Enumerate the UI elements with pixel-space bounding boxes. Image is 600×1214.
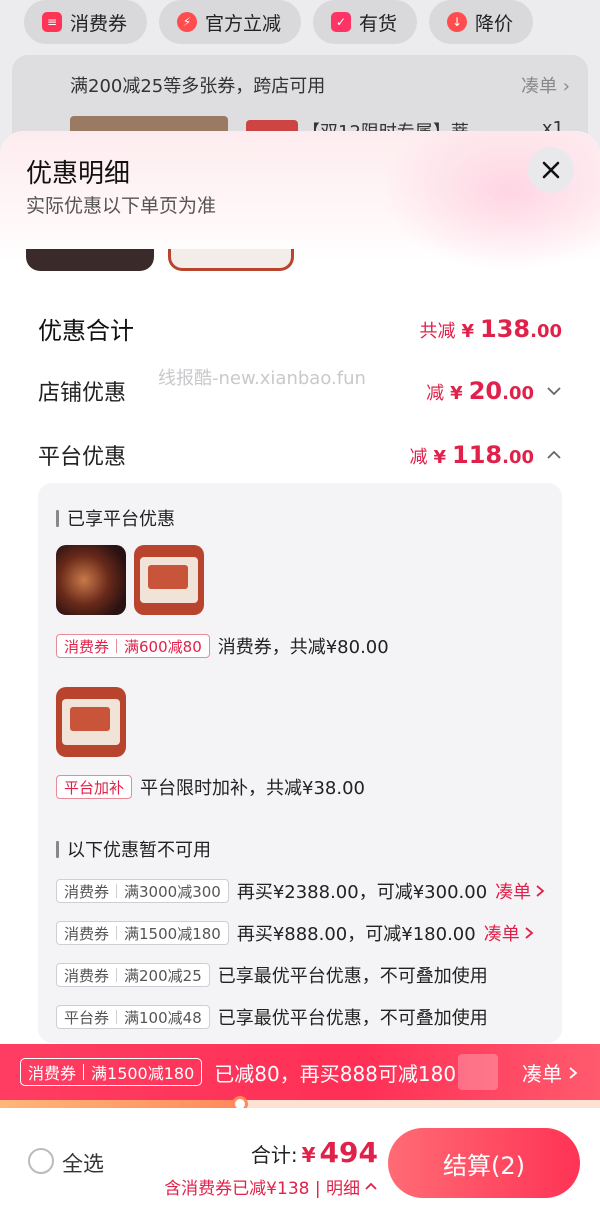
promo-text: 已减80，再买888可减180 [214,1061,457,1086]
chip-coupon[interactable]: ≡ 消费券 [24,0,148,44]
promo-bar[interactable]: 消费券 满1500减180 已减80，再买888可减180 凑单 [0,1044,600,1100]
subsidy-line: 平台加补 平台限时加补，共减¥38.00 [56,774,365,800]
coupon-tag: 消费券 满1500减180 [56,921,229,945]
platform-discount-row[interactable]: 平台优惠 减 ¥118.00 [38,439,562,471]
discount-detail-sheet: 优惠明细 实际优惠以下单页为准 优惠合计 共减 ¥138.00 线报酷-new.… [0,131,600,1214]
unavailable-section-title: 以下优惠暂不可用 [67,840,211,861]
coupon-text: 消费券，共减¥80.00 [217,637,389,658]
subsidy-tag: 平台加补 [56,775,133,799]
coupon-tag: 消费券 满3000减300 [56,879,229,903]
coupon-line: 消费券 满600减80 消费券，共减¥80.00 [56,633,389,659]
total-line: 合计: ¥ 494 [251,1136,378,1169]
peek-product-thumb [168,249,294,271]
promo-tag: 消费券 满1500减180 [20,1058,203,1086]
background-promo-more[interactable]: 凑单 › [521,72,570,98]
lightning-icon: ⚡ [177,12,198,32]
background-promo-text: 满200减25等多张券，跨店可用 [70,76,326,97]
section-bar [56,840,59,858]
promo-add-items-link[interactable]: 凑单 [522,1058,580,1087]
chip-label: 官方立减 [205,12,282,35]
total-value: 494 [319,1136,378,1169]
unavailable-coupon-item: 平台券 满100减48 已享最优平台优惠，不可叠加使用 [56,1004,488,1030]
sheet-title: 优惠明细 [26,159,131,189]
unavailable-text: 已享最优平台优惠，不可叠加使用 [217,1008,488,1029]
close-icon [542,161,560,179]
store-discount-value: 减 ¥20.00 [426,377,562,405]
store-discount-row[interactable]: 店铺优惠 减 ¥20.00 [38,375,562,407]
discount-detail-text: 含消费券已减¥138 | 明细 [164,1179,360,1199]
summary-label: 优惠合计 [38,317,134,345]
sheet-glow [380,131,600,271]
summary-row: 优惠合计 共减 ¥138.00 [38,311,562,346]
total-currency: ¥ [301,1143,316,1167]
unavailable-text: 已享最优平台优惠，不可叠加使用 [217,966,488,987]
total-label: 合计: [250,1143,298,1167]
store-discount-label: 店铺优惠 [38,381,127,406]
product-thumbnail [56,687,126,757]
close-button[interactable] [528,147,574,193]
summary-value: 共减 ¥138.00 [419,314,562,343]
promo-progress-track [0,1100,600,1108]
select-all-label[interactable]: 全选 [62,1148,104,1178]
platform-detail-panel: 已享平台优惠 消费券 满600减80 消费券，共减¥80.00 平台加补 平台限时… [38,483,562,1043]
coupon-tag: 平台券 满100减48 [56,1005,210,1029]
promo-progress-fill [0,1100,240,1108]
section-bar [56,509,59,527]
chip-label: 降价 [475,12,514,35]
unavailable-coupon-item: 消费券 满3000减300 再买¥2388.00，可减¥300.00 凑单 [56,878,547,904]
unavailable-text: 再买¥2388.00，可减¥300.00 [236,882,488,903]
platform-discount-value: 减 ¥118.00 [409,441,562,469]
chevron-right-icon [536,885,545,897]
chip-in-stock[interactable]: ✓ 有货 [313,0,418,44]
sheet-subtitle: 实际优惠以下单页为准 [26,195,217,217]
add-items-link[interactable]: 凑单 [495,878,547,904]
gift-icon [458,1054,498,1090]
enjoyed-section-header: 已享平台优惠 [56,505,175,531]
chevron-up-icon [365,1182,377,1190]
product-thumbnail [134,545,204,615]
select-all-checkbox[interactable] [28,1148,54,1174]
unavailable-coupon-item: 消费券 满200减25 已享最优平台优惠，不可叠加使用 [56,962,488,988]
down-arrow-icon: ↓ [447,12,468,32]
unavailable-section-header: 以下优惠暂不可用 [56,836,211,862]
filter-chips: ≡ 消费券 ⚡ 官方立减 ✓ 有货 ↓ 降价 [24,0,534,44]
bag-icon: ✓ [331,12,352,32]
checkout-footer: 全选 合计: ¥ 494 含消费券已减¥138 | 明细 结算(2) [0,1108,600,1214]
subsidy-text: 平台限时加补，共减¥38.00 [140,778,365,799]
discount-detail-toggle[interactable]: 含消费券已减¥138 | 明细 [164,1174,378,1199]
checkout-button[interactable]: 结算(2) [388,1128,580,1198]
chevron-down-icon [547,387,561,396]
peek-product-thumb [26,249,154,271]
enjoyed-section-title: 已享平台优惠 [67,509,175,530]
product-thumbnail [56,545,126,615]
chip-price-drop[interactable]: ↓ 降价 [429,0,534,44]
unavailable-coupon-item: 消费券 满1500减180 再买¥888.00，可减¥180.00 凑单 [56,920,536,946]
chip-label: 消费券 [70,12,128,35]
unavailable-text: 再买¥888.00，可减¥180.00 [236,924,476,945]
platform-discount-label: 平台优惠 [38,445,127,470]
chevron-right-icon [525,927,534,939]
chip-official-discount[interactable]: ⚡ 官方立减 [159,0,302,44]
add-items-link[interactable]: 凑单 [484,920,536,946]
coupon-icon: ≡ [42,12,62,32]
chevron-up-icon [547,450,561,459]
coupon-tag: 消费券 满200减25 [56,963,210,987]
coupon-tag: 消费券 满600减80 [56,634,210,658]
chip-label: 有货 [359,12,398,35]
chevron-right-icon [569,1066,578,1079]
